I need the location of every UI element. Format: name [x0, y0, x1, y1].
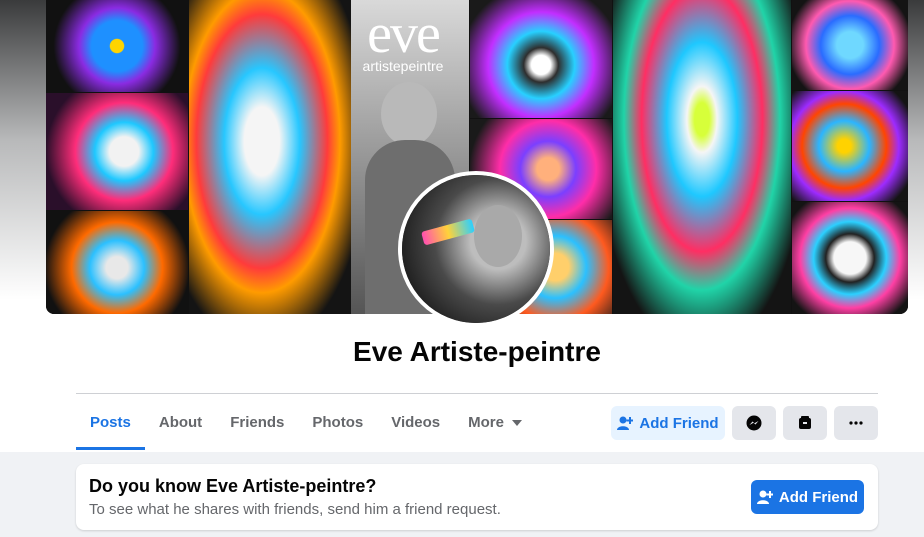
- tab-more-label: More: [468, 414, 504, 431]
- cover-tile-lion: [46, 93, 188, 210]
- tab-photos-label: Photos: [312, 414, 364, 431]
- profile-tabs: Posts About Friends Photos Videos More: [76, 404, 536, 450]
- cover-tile-big-owl: [613, 0, 791, 314]
- messenger-button[interactable]: [732, 406, 776, 440]
- caret-down-icon: [512, 420, 523, 427]
- cover-tile-tiger: [189, 0, 351, 314]
- profile-name: Eve Artiste-peintre: [353, 336, 601, 367]
- tab-posts[interactable]: Posts: [76, 404, 145, 450]
- cover-tile-eagle: [792, 91, 908, 201]
- add-friend-icon: [617, 416, 634, 430]
- cover-tile-raccoon: [470, 0, 612, 118]
- profile-avatar[interactable]: [398, 171, 554, 327]
- divider: [76, 393, 878, 394]
- tab-photos[interactable]: Photos: [298, 404, 377, 442]
- tab-videos[interactable]: Videos: [377, 404, 454, 442]
- brand-logo-title: eve: [367, 3, 441, 65]
- add-friend-label: Add Friend: [639, 414, 719, 432]
- brand-logo: eve artistepeintre: [351, 6, 455, 74]
- friend-prompt-subtitle: To see what he shares with friends, send…: [89, 501, 501, 518]
- cover-tile-panda: [792, 202, 908, 314]
- cover-tile-wolf: [46, 211, 188, 314]
- card-add-friend-button[interactable]: Add Friend: [751, 480, 864, 514]
- tab-videos-label: Videos: [391, 414, 441, 431]
- stories-icon: [797, 415, 813, 431]
- tab-about[interactable]: About: [145, 404, 216, 442]
- friend-prompt-title: Do you know Eve Artiste-peintre?: [89, 476, 377, 496]
- friend-prompt-card: Do you know Eve Artiste-peintre? To see …: [76, 464, 878, 530]
- add-friend-button[interactable]: Add Friend: [611, 406, 725, 440]
- more-options-button[interactable]: [834, 406, 878, 440]
- card-add-friend-label: Add Friend: [778, 488, 859, 506]
- tab-posts-label: Posts: [90, 414, 131, 431]
- tab-friends[interactable]: Friends: [216, 404, 298, 442]
- more-options-icon: [849, 421, 863, 425]
- cover-tile-owl: [46, 0, 188, 92]
- tab-more[interactable]: More: [454, 404, 536, 442]
- add-friend-icon: [756, 490, 773, 504]
- messenger-icon: [746, 415, 762, 431]
- stories-button[interactable]: [783, 406, 827, 440]
- cover-tile-bear: [792, 0, 908, 90]
- brand-logo-subtitle: artistepeintre: [362, 58, 444, 74]
- tab-friends-label: Friends: [230, 414, 285, 431]
- tab-about-label: About: [158, 414, 203, 431]
